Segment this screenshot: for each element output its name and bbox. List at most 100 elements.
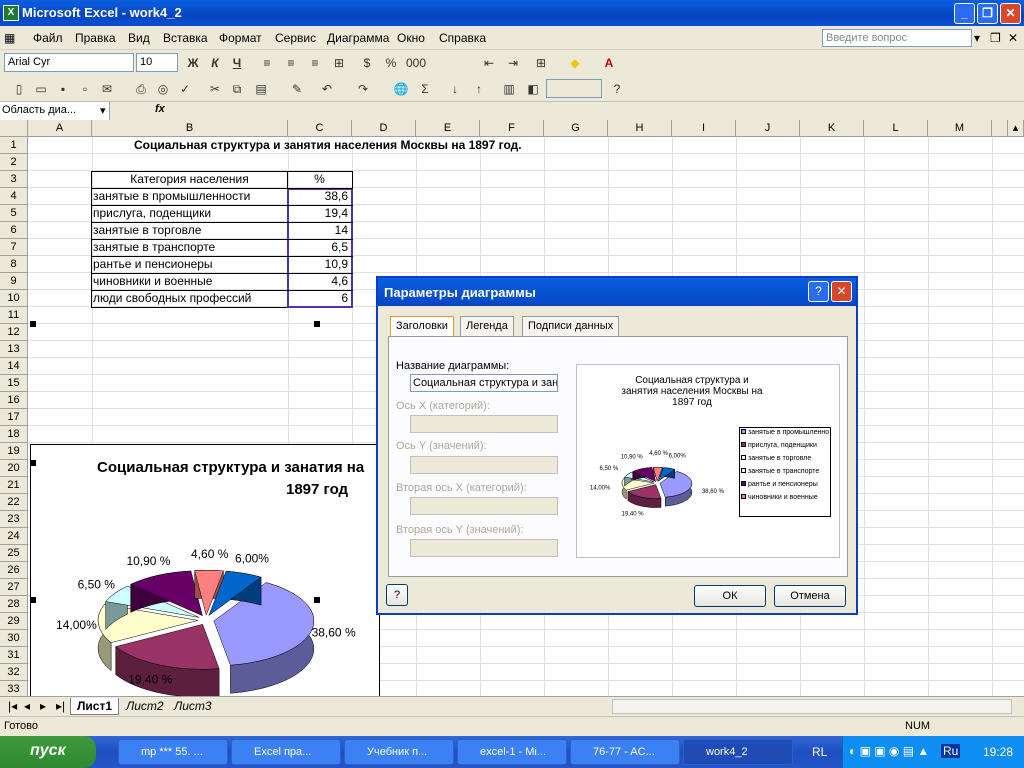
table-cell-value[interactable]: 38,6 <box>288 188 348 205</box>
horizontal-scrollbar[interactable] <box>612 699 1012 714</box>
tray-lang[interactable]: Ru <box>941 744 961 758</box>
row-header[interactable]: 9 <box>0 273 28 290</box>
sheet-tab-2[interactable]: Лист2 <box>120 698 170 714</box>
dropdown-arrow-icon[interactable]: ▾ <box>974 31 980 45</box>
tab-titles[interactable]: Заголовки <box>390 316 454 336</box>
print-icon[interactable]: ⎙ <box>132 80 150 98</box>
resize-handle[interactable] <box>314 321 320 327</box>
row-header[interactable]: 14 <box>0 358 28 375</box>
x2-axis-input[interactable] <box>410 497 558 515</box>
y2-axis-input[interactable] <box>410 539 558 557</box>
font-size-select[interactable]: 10 <box>136 53 178 72</box>
hyperlink-icon[interactable]: 🌐 <box>392 80 410 98</box>
row-header[interactable]: 25 <box>0 545 28 562</box>
row-header[interactable]: 16 <box>0 392 28 409</box>
column-header[interactable]: F <box>480 120 544 137</box>
email-icon[interactable]: ✉ <box>98 80 116 98</box>
row-header[interactable]: 6 <box>0 222 28 239</box>
resize-handle[interactable] <box>314 597 320 603</box>
menu-insert[interactable]: Вставка <box>163 31 208 45</box>
select-all-corner[interactable] <box>0 120 28 137</box>
table-cell-category[interactable]: занятые в транспорте <box>93 239 287 256</box>
menu-window[interactable]: Окно <box>397 31 425 45</box>
table-cell-category[interactable]: чиновники и военные <box>93 273 287 290</box>
menu-chart[interactable]: Диаграмма <box>327 31 389 45</box>
preview-icon[interactable]: ◎ <box>154 80 172 98</box>
help-search-input[interactable]: Введите вопрос <box>822 29 972 47</box>
row-header[interactable]: 32 <box>0 664 28 681</box>
row-header[interactable]: 30 <box>0 630 28 647</box>
row-header[interactable]: 24 <box>0 528 28 545</box>
menu-file[interactable]: Файл <box>33 31 63 45</box>
row-header[interactable]: 10 <box>0 290 28 307</box>
table-cell-value[interactable]: 10,9 <box>288 256 348 273</box>
doc-close-button[interactable]: ✕ <box>1008 31 1018 45</box>
thousands-icon[interactable]: 000 <box>406 54 426 72</box>
align-left-icon[interactable]: ≡ <box>258 54 276 72</box>
tray-icons[interactable]: ◐ ▣ ▣ ◉ ▤ ▲ <box>849 744 929 758</box>
row-header[interactable]: 3 <box>0 171 28 188</box>
new-icon[interactable]: ▯ <box>10 80 28 98</box>
task-item[interactable]: Excel пра... <box>231 739 341 765</box>
row-header[interactable]: 21 <box>0 477 28 494</box>
column-header[interactable]: M <box>928 120 992 137</box>
row-header[interactable]: 5 <box>0 205 28 222</box>
table-cell-value[interactable]: 6,5 <box>288 239 348 256</box>
permission-icon[interactable]: ▫ <box>76 80 94 98</box>
indent-decrease-icon[interactable]: ⇤ <box>480 54 498 72</box>
column-header[interactable] <box>992 120 1008 137</box>
column-header[interactable]: L <box>864 120 928 137</box>
close-button[interactable]: ✕ <box>1000 3 1021 24</box>
font-color-icon[interactable]: A <box>600 54 618 72</box>
y-axis-input[interactable] <box>410 456 558 474</box>
minimize-button[interactable]: _ <box>954 3 975 24</box>
help-icon[interactable]: ? <box>608 80 626 98</box>
x-axis-input[interactable] <box>410 415 558 433</box>
restore-button[interactable]: ❐ <box>977 3 998 24</box>
row-header[interactable]: 29 <box>0 613 28 630</box>
row-header[interactable]: 8 <box>0 256 28 273</box>
row-header[interactable]: 31 <box>0 647 28 664</box>
language-indicator[interactable]: RL <box>812 745 827 759</box>
table-cell-category[interactable]: занятые в промышленности <box>93 188 287 205</box>
italic-button[interactable]: К <box>206 54 224 72</box>
task-item[interactable]: mp *** 55. ... <box>118 739 228 765</box>
scrollbar-up-button[interactable]: ▴ <box>1008 120 1024 137</box>
menu-view[interactable]: Вид <box>128 31 150 45</box>
row-header[interactable]: 27 <box>0 579 28 596</box>
zoom-select[interactable] <box>546 79 602 98</box>
column-header[interactable]: I <box>672 120 736 137</box>
sheet-tab-1[interactable]: Лист1 <box>70 698 120 715</box>
column-header[interactable]: J <box>736 120 800 137</box>
spelling-icon[interactable]: ✓ <box>176 80 194 98</box>
row-header[interactable]: 17 <box>0 409 28 426</box>
menu-edit[interactable]: Правка <box>75 31 116 45</box>
row-header[interactable]: 11 <box>0 307 28 324</box>
table-cell-category[interactable]: рантье и пенсионеры <box>93 256 287 273</box>
namebox-dropdown-icon[interactable]: ▾ <box>100 104 106 117</box>
copy-icon[interactable]: ⧉ <box>228 80 246 98</box>
row-header[interactable]: 33 <box>0 681 28 696</box>
percent-icon[interactable]: % <box>382 54 400 72</box>
sort-desc-icon[interactable]: ↑ <box>470 80 488 98</box>
tab-data-labels[interactable]: Подписи данных <box>522 316 620 336</box>
dialog-help-button[interactable]: ? <box>808 281 829 302</box>
column-header[interactable]: C <box>288 120 352 137</box>
menu-tools[interactable]: Сервис <box>275 31 316 45</box>
row-header[interactable]: 22 <box>0 494 28 511</box>
row-header[interactable]: 2 <box>0 154 28 171</box>
name-box[interactable]: Область диа... <box>0 102 110 120</box>
column-header[interactable]: E <box>416 120 480 137</box>
doc-restore-button[interactable]: ❐ <box>990 31 1001 45</box>
column-header[interactable]: D <box>352 120 416 137</box>
sheet-tab-3[interactable]: Лист3 <box>168 698 218 714</box>
column-header[interactable]: H <box>608 120 672 137</box>
open-icon[interactable]: ▭ <box>32 80 50 98</box>
column-header[interactable]: G <box>544 120 608 137</box>
cut-icon[interactable]: ✂ <box>206 80 224 98</box>
save-icon[interactable]: ▪ <box>54 80 72 98</box>
table-header-category[interactable]: Категория населения <box>92 171 287 188</box>
row-header[interactable]: 1 <box>0 137 28 154</box>
align-right-icon[interactable]: ≡ <box>306 54 324 72</box>
table-cell-value[interactable]: 14 <box>288 222 348 239</box>
